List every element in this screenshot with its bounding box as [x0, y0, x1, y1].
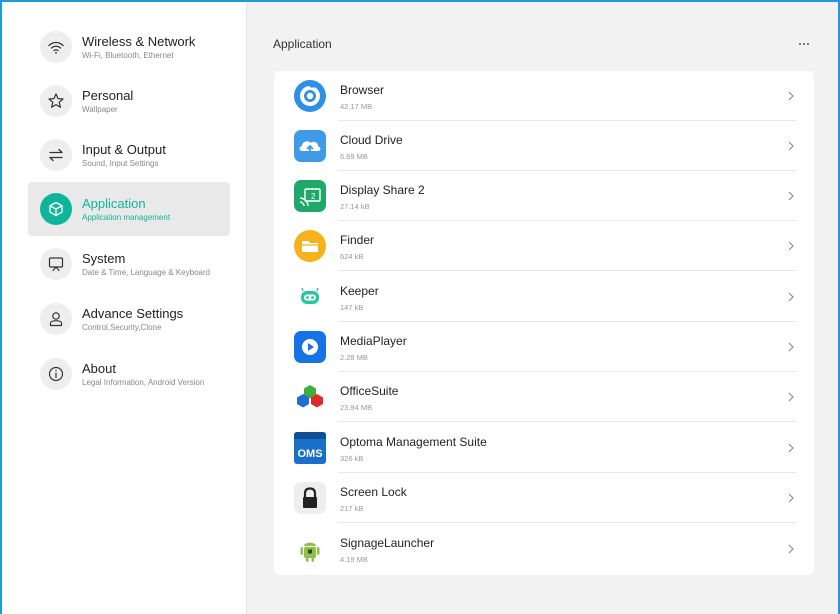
swap-arrows-icon — [40, 139, 72, 171]
application-list: Browser 42.17 MB Cloud Drive 6.69 MB 2 D… — [274, 71, 814, 575]
media-player-icon — [294, 331, 326, 363]
sidebar-item-title: Input & Output — [82, 141, 166, 157]
keeper-robot-icon — [294, 281, 326, 313]
sidebar: Wireless & Network Wi-Fi, Bluetooth, Eth… — [2, 2, 247, 614]
app-row-optoma-management-suite[interactable]: OMS Optoma Management Suite 326 kB — [274, 423, 814, 473]
sidebar-item-application[interactable]: Application Application management — [28, 182, 230, 236]
sidebar-item-subtitle: Legal Information, Android Version — [82, 377, 205, 387]
sidebar-item-wireless-network[interactable]: Wireless & Network Wi-Fi, Bluetooth, Eth… — [28, 20, 230, 74]
chevron-right-icon — [788, 91, 794, 101]
chevron-right-icon — [788, 141, 794, 151]
chevron-right-icon — [788, 544, 794, 554]
svg-text:2: 2 — [311, 192, 316, 201]
app-row-cloud-drive[interactable]: Cloud Drive 6.69 MB — [274, 121, 814, 171]
oms-icon: OMS — [294, 432, 326, 464]
sidebar-item-advance-settings[interactable]: Advance Settings Control,Security,Clone — [28, 292, 230, 346]
app-size: 624 kB — [340, 252, 364, 261]
sidebar-item-title: About — [82, 360, 116, 376]
app-size: 217 kB — [340, 504, 364, 513]
app-row-officesuite[interactable]: OfficeSuite 23.94 MB — [274, 372, 814, 422]
app-name: MediaPlayer — [340, 334, 407, 348]
app-size: 23.94 MB — [340, 403, 373, 412]
info-icon — [40, 358, 72, 390]
app-name: Finder — [340, 233, 375, 247]
sidebar-item-subtitle: Wallpaper — [82, 104, 118, 114]
more-options-button[interactable] — [794, 36, 814, 52]
wifi-icon — [40, 31, 72, 63]
page-title: Application — [273, 37, 332, 51]
star-icon — [40, 85, 72, 117]
app-size: 42.17 MB — [340, 102, 373, 111]
chevron-right-icon — [788, 443, 794, 453]
chevron-right-icon — [788, 241, 794, 251]
lock-icon — [294, 482, 326, 514]
sidebar-item-title: Advance Settings — [82, 305, 184, 321]
sidebar-item-subtitle: Sound, Input Settings — [82, 158, 159, 168]
chevron-right-icon — [788, 493, 794, 503]
app-row-screen-lock[interactable]: Screen Lock 217 kB — [274, 473, 814, 523]
divider — [338, 522, 796, 523]
sidebar-item-about[interactable]: About Legal Information, Android Version — [28, 347, 230, 401]
app-name: Screen Lock — [340, 485, 407, 499]
app-size: 326 kB — [340, 454, 364, 463]
app-name: Optoma Management Suite — [340, 435, 487, 449]
chevron-right-icon — [788, 392, 794, 402]
oms-icon-text: OMS — [297, 448, 322, 460]
app-name: SignageLauncher — [340, 536, 435, 550]
cube-icon — [40, 193, 72, 225]
app-size: 2.28 MB — [340, 353, 368, 362]
display-share-icon: 2 — [294, 180, 326, 212]
app-row-browser[interactable]: Browser 42.17 MB — [274, 71, 814, 121]
user-icon — [40, 303, 72, 335]
app-row-signagelauncher[interactable]: SignageLauncher 4.19 MB — [274, 524, 814, 574]
chevron-right-icon — [788, 342, 794, 352]
sidebar-item-subtitle: Control,Security,Clone — [82, 322, 162, 332]
finder-folder-icon — [294, 230, 326, 262]
app-row-display-share-2[interactable]: 2 Display Share 2 27.14 kB — [274, 171, 814, 221]
app-name: Display Share 2 — [340, 183, 425, 197]
browser-icon — [294, 80, 326, 112]
sidebar-item-title: System — [82, 250, 126, 266]
sidebar-item-subtitle: Wi-Fi, Bluetooth, Ethernet — [82, 50, 174, 60]
app-name: OfficeSuite — [340, 384, 399, 398]
cloud-drive-icon — [294, 130, 326, 162]
sidebar-item-title: Application — [82, 195, 146, 211]
app-size: 147 kB — [340, 303, 364, 312]
sidebar-item-title: Wireless & Network — [82, 33, 196, 49]
sidebar-item-subtitle: Application management — [82, 212, 171, 222]
app-size: 4.19 MB — [340, 555, 368, 564]
app-row-finder[interactable]: Finder 624 kB — [274, 221, 814, 271]
app-size: 6.69 MB — [340, 152, 368, 161]
android-icon — [294, 533, 326, 565]
app-size: 27.14 kB — [340, 202, 370, 211]
chevron-right-icon — [788, 292, 794, 302]
sidebar-item-personal[interactable]: Personal Wallpaper — [28, 74, 230, 128]
app-name: Browser — [340, 83, 385, 97]
app-name: Cloud Drive — [340, 133, 403, 147]
officesuite-icon — [294, 381, 326, 413]
chevron-right-icon — [788, 191, 794, 201]
more-horizontal-icon — [799, 43, 801, 45]
settings-window: Wireless & Network Wi-Fi, Bluetooth, Eth… — [2, 2, 838, 614]
sidebar-item-title: Personal — [82, 87, 134, 103]
monitor-icon — [40, 248, 72, 280]
app-row-keeper[interactable]: Keeper 147 kB — [274, 272, 814, 322]
sidebar-item-input-output[interactable]: Input & Output Sound, Input Settings — [28, 128, 230, 182]
divider — [338, 421, 796, 422]
divider — [338, 270, 796, 271]
app-name: Keeper — [340, 284, 379, 298]
app-row-mediaplayer[interactable]: MediaPlayer 2.28 MB — [274, 322, 814, 372]
sidebar-item-subtitle: Date & Time, Language & Keyboard — [82, 267, 211, 277]
sidebar-item-system[interactable]: System Date & Time, Language & Keyboard — [28, 237, 230, 291]
